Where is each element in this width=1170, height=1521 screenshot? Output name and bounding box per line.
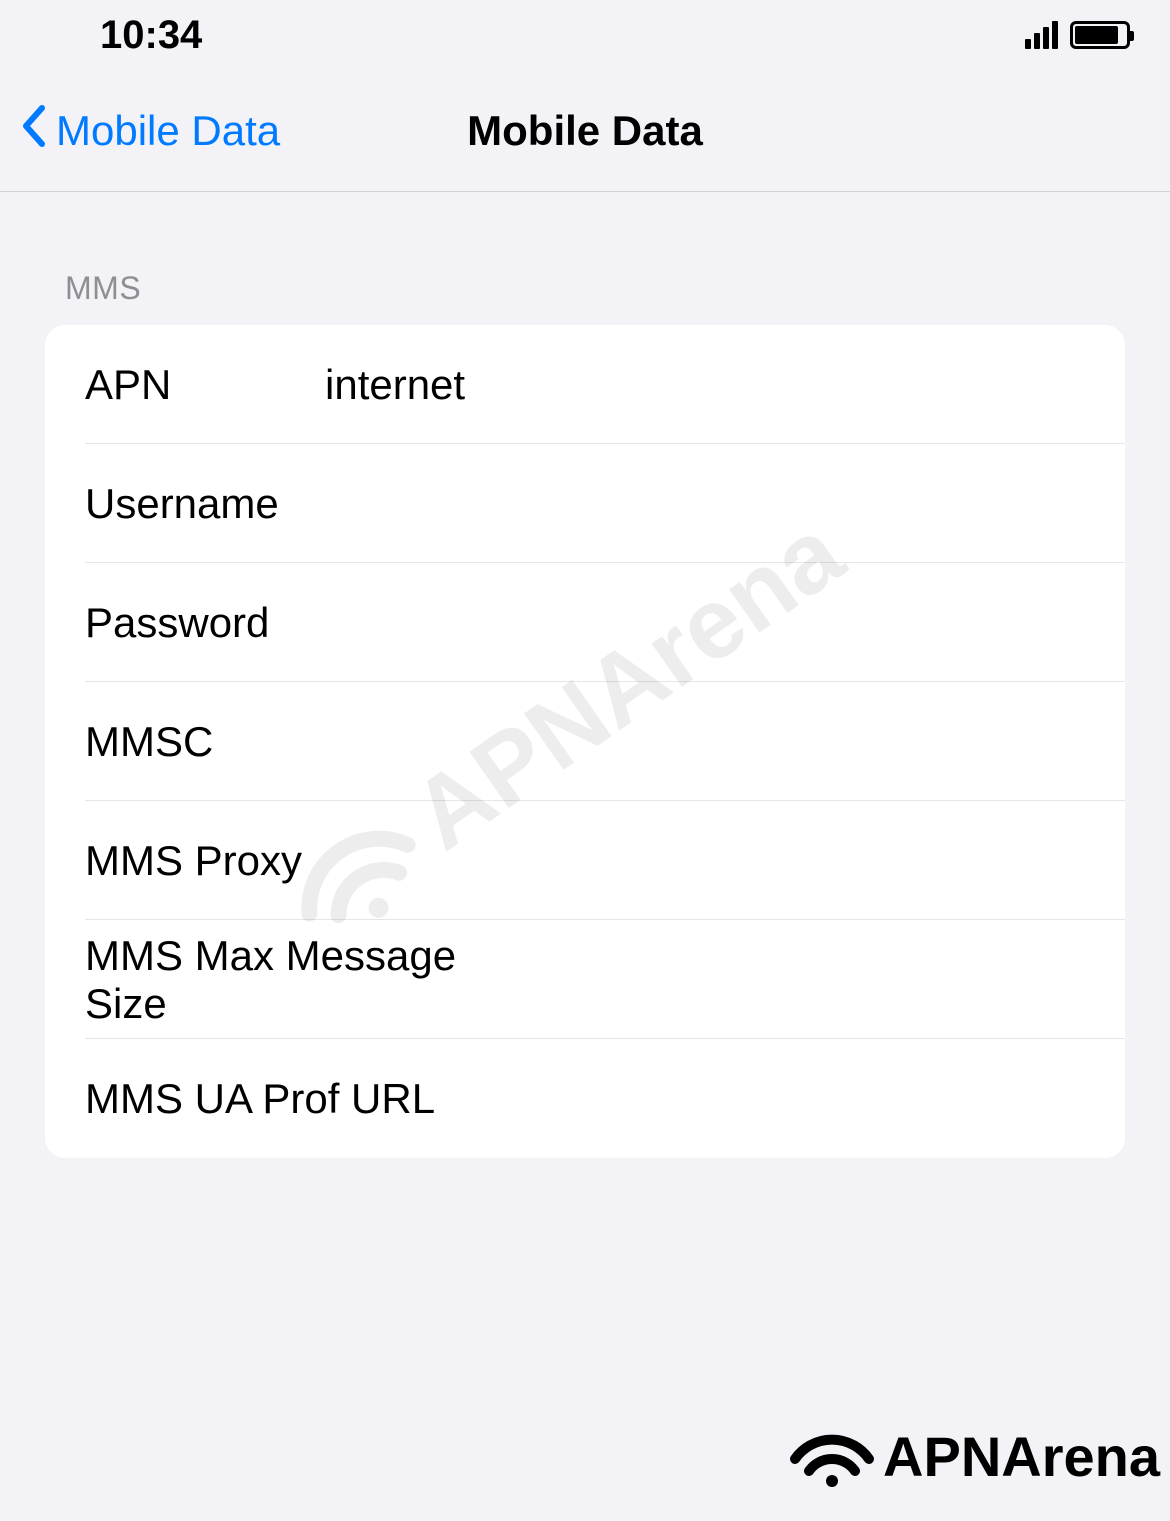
back-label: Mobile Data xyxy=(56,107,280,155)
row-mms-max-size[interactable]: MMS Max Message Size xyxy=(45,920,1125,1039)
label-mms-max-size: MMS Max Message Size xyxy=(85,932,544,1028)
input-apn[interactable] xyxy=(325,361,1085,409)
input-mms-max-size[interactable] xyxy=(544,956,1085,1004)
status-indicators xyxy=(1025,21,1130,49)
settings-group-mms: APN Username Password MMSC MMS Proxy MMS… xyxy=(45,325,1125,1158)
status-bar: 10:34 xyxy=(0,0,1170,70)
input-password[interactable] xyxy=(325,599,1085,647)
label-mmsc: MMSC xyxy=(85,718,325,766)
cellular-signal-icon xyxy=(1025,21,1058,49)
back-button[interactable]: Mobile Data xyxy=(0,104,280,157)
label-password: Password xyxy=(85,599,325,647)
input-username[interactable] xyxy=(325,480,1085,528)
battery-icon xyxy=(1070,21,1130,49)
label-mms-ua-prof: MMS UA Prof URL xyxy=(85,1075,544,1123)
label-username: Username xyxy=(85,480,325,528)
input-mmsc[interactable] xyxy=(325,718,1085,766)
navigation-bar: Mobile Data Mobile Data xyxy=(0,70,1170,192)
wifi-icon xyxy=(787,1421,877,1491)
row-mmsc[interactable]: MMSC xyxy=(45,682,1125,801)
row-mms-proxy[interactable]: MMS Proxy xyxy=(45,801,1125,920)
input-mms-proxy[interactable] xyxy=(544,837,1085,885)
status-time: 10:34 xyxy=(100,13,202,58)
page-title: Mobile Data xyxy=(467,107,703,155)
footer-logo: APNArena xyxy=(787,1421,1160,1491)
section-header-mms: MMS xyxy=(65,270,1125,307)
content-area: MMS APN Username Password MMSC MMS Proxy xyxy=(0,270,1170,1158)
row-mms-ua-prof[interactable]: MMS UA Prof URL xyxy=(45,1039,1125,1158)
label-apn: APN xyxy=(85,361,325,409)
chevron-left-icon xyxy=(20,104,48,157)
row-password[interactable]: Password xyxy=(45,563,1125,682)
footer-logo-text: APNArena xyxy=(883,1424,1160,1489)
input-mms-ua-prof[interactable] xyxy=(544,1075,1085,1123)
row-apn[interactable]: APN xyxy=(45,325,1125,444)
row-username[interactable]: Username xyxy=(45,444,1125,563)
label-mms-proxy: MMS Proxy xyxy=(85,837,544,885)
